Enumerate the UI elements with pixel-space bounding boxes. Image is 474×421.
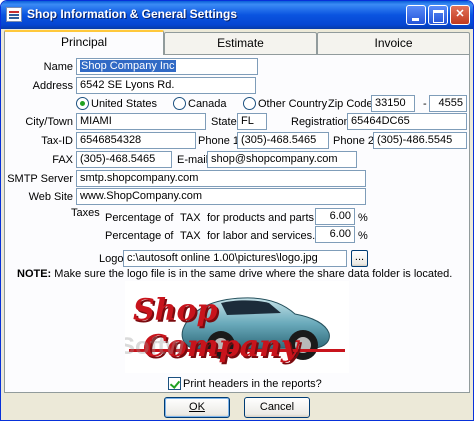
zip-field[interactable]: 33150 (371, 95, 415, 112)
tax-row2-unit: % (358, 230, 368, 242)
tax-row1-name: TAX (180, 212, 201, 224)
state-label: State (211, 116, 237, 128)
taxes-label: Taxes (71, 207, 100, 219)
tax-row1-prefix: Percentage of (105, 212, 174, 224)
logo-path-field[interactable]: c:\autosoft online 1.00\pictures\logo.jp… (123, 250, 347, 267)
website-label: Web Site (28, 191, 73, 203)
app-icon (6, 7, 22, 22)
phone2-field[interactable]: (305)-486.5545 (373, 132, 467, 149)
phone1-label: Phone 1 (198, 135, 239, 147)
tax-id-field[interactable]: 6546854328 (76, 132, 196, 149)
radio-united-states[interactable] (76, 97, 89, 110)
radio-canada[interactable] (173, 97, 186, 110)
address-field[interactable]: 6542 SE Lyons Rd. (76, 77, 256, 94)
email-label: E-mail (177, 154, 209, 166)
tax-row1-desc: for products and parts. (207, 212, 318, 224)
fax-field[interactable]: (305)-468.5465 (76, 151, 172, 168)
zip-separator: - (423, 98, 427, 110)
address-label: Address (32, 80, 73, 92)
print-headers-label: Print headers in the reports? (183, 378, 322, 390)
ok-button[interactable]: OK (164, 397, 230, 418)
registration-field[interactable]: 65464DC65 (347, 113, 467, 130)
logo-image: Shop Company Softw (125, 281, 349, 373)
tab-estimate[interactable]: Estimate (164, 32, 317, 54)
radio-other-country-label: Other Country (258, 98, 328, 110)
close-icon[interactable]: ✕ (450, 5, 470, 25)
minimize-icon[interactable] (406, 5, 426, 25)
zip-label: Zip Code (328, 98, 373, 110)
tax-row2-name: TAX (180, 230, 201, 242)
tab-invoice[interactable]: Invoice (317, 32, 470, 54)
tab-principal[interactable]: Principal (4, 30, 164, 55)
watermark: Softw (125, 333, 185, 360)
logo-text-shop: Shop (133, 293, 218, 328)
browse-logo-button[interactable]: ... (351, 250, 368, 267)
print-headers-checkbox[interactable] (168, 377, 181, 390)
state-field[interactable]: FL (237, 113, 267, 130)
note-message: Make sure the logo file is in the same d… (54, 268, 453, 280)
radio-canada-label: Canada (188, 98, 227, 110)
name-value: Shop Company Inc (80, 60, 176, 72)
note-label: NOTE: (17, 268, 52, 280)
zip-ext-field[interactable]: 4555 (429, 95, 467, 112)
settings-window: Shop Information & General Settings ✕ Pr… (0, 0, 474, 421)
smtp-field[interactable]: smtp.shopcompany.com (76, 170, 366, 187)
tax-row2-desc: for labor and services. (207, 230, 316, 242)
logo-label: Logo (99, 253, 124, 265)
tax-products-field[interactable]: 6.00 (315, 208, 355, 225)
city-field[interactable]: MIAMI (76, 113, 206, 130)
window-title: Shop Information & General Settings (27, 7, 238, 21)
registration-label: Registration (291, 116, 350, 128)
radio-united-states-label: United States (91, 98, 158, 110)
website-field[interactable]: www.ShopCompany.com (76, 188, 366, 205)
radio-other-country[interactable] (243, 97, 256, 110)
name-label: Name (43, 61, 73, 73)
tax-row1-unit: % (358, 212, 368, 224)
city-label: City/Town (25, 116, 73, 128)
name-field[interactable]: Shop Company Inc (76, 58, 258, 75)
maximize-icon[interactable] (428, 5, 448, 25)
email-field[interactable]: shop@shopcompany.com (207, 151, 357, 168)
ok-label: OK (189, 401, 205, 413)
title-bar[interactable]: Shop Information & General Settings ✕ (1, 1, 473, 29)
tax-row2-prefix: Percentage of (105, 230, 174, 242)
phone1-field[interactable]: (305)-468.5465 (237, 132, 329, 149)
smtp-label: SMTP Server (7, 173, 73, 185)
note-text: NOTE: Make sure the logo file is in the … (17, 267, 452, 281)
cancel-button[interactable]: Cancel (244, 397, 310, 418)
fax-label: FAX (52, 154, 73, 166)
phone2-label: Phone 2 (333, 135, 374, 147)
tax-id-label: Tax-ID (41, 135, 73, 147)
tax-labor-field[interactable]: 6.00 (315, 226, 355, 243)
